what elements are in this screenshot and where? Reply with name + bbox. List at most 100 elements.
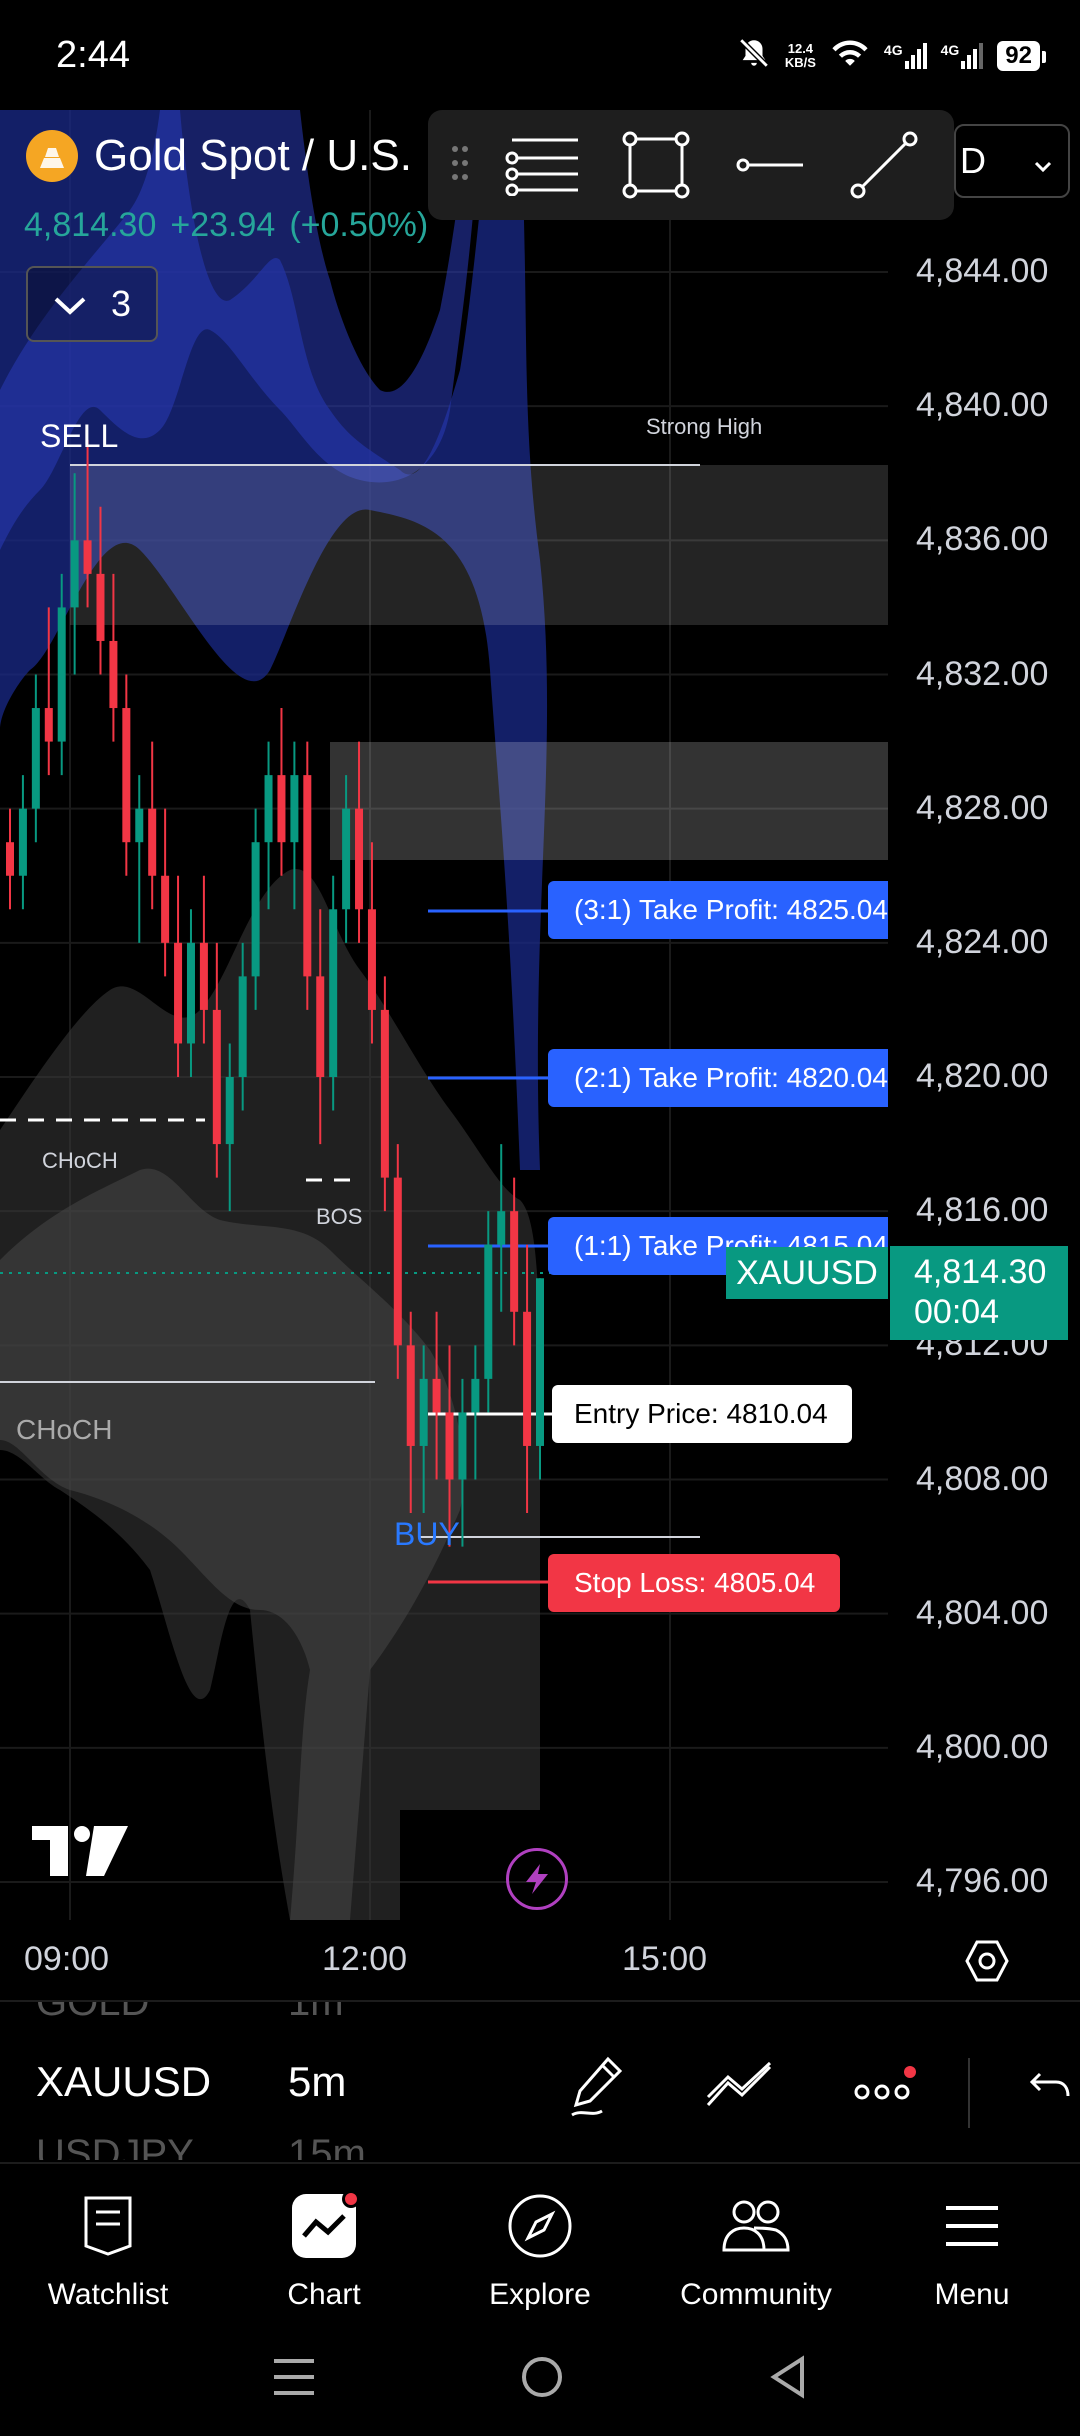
candle-body (199, 942, 208, 1010)
candle-body (161, 875, 170, 943)
pencil-icon[interactable] (558, 2046, 638, 2126)
gold-bars-icon (26, 130, 78, 182)
time-tick-2: 15:00 (622, 1940, 708, 1978)
chevron-down-icon (1034, 140, 1052, 182)
toolbar-divider (968, 2058, 970, 2128)
entry-price-label[interactable]: Entry Price: 4810.04 (552, 1385, 852, 1443)
candle-body (186, 942, 195, 1044)
candle-body (122, 708, 131, 843)
candle-body (109, 640, 118, 709)
tp3-label[interactable]: (3:1) Take Profit: 4825.04 (548, 881, 888, 939)
candle-body (212, 1009, 221, 1145)
picker-interval[interactable]: 5m (288, 2058, 346, 2106)
time-tick-0: 09:00 (24, 1940, 110, 1978)
candle-body (70, 540, 79, 608)
trend-line-tool-icon[interactable] (842, 123, 926, 207)
price-tick: 4,804.00 (916, 1593, 1049, 1632)
net-speed: 12.4 KB/S (784, 40, 816, 70)
horizontal-lines-tool-icon[interactable] (500, 123, 584, 207)
last-price-value: 4,814.30 (914, 1253, 1047, 1291)
bell-muted-icon (737, 36, 771, 75)
strong-high-label: Strong High (646, 414, 763, 439)
candle-body (174, 942, 183, 1044)
candle-body (225, 1077, 234, 1145)
price-tick: 4,796.00 (916, 1862, 1049, 1900)
candle-body (18, 808, 27, 876)
candle-body (6, 842, 14, 876)
home-icon[interactable] (520, 2355, 564, 2404)
lightning-icon[interactable] (506, 1848, 568, 1910)
price-tick: 4,816.00 (916, 1191, 1049, 1230)
symbol-name[interactable]: Gold Spot / U.S. (94, 131, 412, 181)
supply-zone-lower (330, 742, 888, 860)
chart-settings-icon[interactable] (964, 1938, 1010, 1989)
recent-apps-icon[interactable] (272, 2357, 316, 2402)
candle-body (536, 1278, 544, 1446)
candle-body (135, 808, 144, 843)
symbol-header[interactable]: Gold Spot / U.S. (26, 130, 412, 182)
candle-body (329, 909, 338, 1077)
candle-body (419, 1378, 428, 1446)
tradingview-logo-icon[interactable] (32, 1826, 128, 1881)
candle-body (238, 976, 247, 1077)
rectangle-tool-icon[interactable] (614, 123, 698, 207)
picker-symbol[interactable]: XAUUSD (36, 2058, 211, 2106)
signal-1: 4G (884, 42, 927, 69)
indicators-icon[interactable] (700, 2046, 780, 2126)
watchlist-icon (72, 2190, 144, 2262)
chart-type-dropdown[interactable]: D (954, 124, 1070, 198)
choch-top-label: CHoCH (42, 1148, 118, 1173)
candle-body (83, 540, 92, 574)
candle-body (510, 1211, 519, 1312)
chart-notification-dot (342, 2190, 360, 2208)
undo-icon[interactable] (1010, 2046, 1080, 2126)
symbol-interval-picker[interactable]: GOLD 1m XAUUSD 5m USDJPY 15m (0, 2000, 1080, 2160)
candle-body (367, 909, 376, 1010)
candle-body (497, 1211, 506, 1245)
candle-body (458, 1412, 467, 1480)
candle-body (471, 1378, 480, 1413)
more-options-icon[interactable] (844, 2046, 924, 2126)
price-tick: 4,836.00 (916, 520, 1049, 559)
candle-body (44, 708, 53, 742)
candle-body (31, 708, 40, 809)
picker-prev-symbol[interactable]: GOLD (36, 2002, 149, 2025)
candle-body (57, 607, 66, 742)
picker-next-interval[interactable]: 15m (288, 2132, 366, 2160)
candle-body (355, 808, 364, 910)
candle-body (303, 775, 312, 977)
status-time: 2:44 (56, 34, 130, 76)
horizontal-ray-tool-icon[interactable] (728, 123, 812, 207)
nav-watchlist[interactable]: Watchlist (0, 2164, 216, 2322)
status-icons: 12.4 KB/S 4G 4G 92 (737, 36, 1046, 75)
picker-next-symbol[interactable]: USDJPY (36, 2132, 194, 2160)
wifi-icon (830, 37, 870, 74)
price-tick: 4,800.00 (916, 1727, 1049, 1766)
chart-canvas[interactable] (0, 110, 1080, 1920)
back-icon[interactable] (768, 2354, 808, 2404)
price-summary: 4,814.30 +23.94 (+0.50%) (24, 206, 442, 245)
nav-chart[interactable]: Chart (216, 2164, 432, 2322)
candle-body (148, 808, 157, 876)
candle-body (316, 976, 325, 1077)
candle-body (393, 1177, 402, 1346)
stop-loss-label[interactable]: Stop Loss: 4805.04 (548, 1554, 840, 1612)
tp2-label[interactable]: (2:1) Take Profit: 4820.04 (548, 1049, 888, 1107)
price-chart[interactable] (0, 110, 1080, 1920)
indicators-collapse-button[interactable]: 3 (26, 266, 158, 342)
price-tick: 4,828.00 (916, 788, 1049, 827)
chevron-down-icon (53, 283, 87, 325)
indicators-count: 3 (110, 283, 132, 324)
candle-body (484, 1244, 493, 1379)
bar-countdown: 00:04 (914, 1293, 1000, 1331)
nav-menu[interactable]: Menu (864, 2164, 1080, 2322)
drag-handle-icon[interactable] (450, 143, 470, 188)
time-tick-1: 12:00 (322, 1940, 408, 1978)
nav-community[interactable]: Community (648, 2164, 864, 2322)
status-bar: 2:44 12.4 KB/S 4G 4G 92 (0, 0, 1080, 110)
nav-explore[interactable]: Explore (432, 2164, 648, 2322)
community-icon (720, 2190, 792, 2262)
picker-prev-interval[interactable]: 1m (288, 2002, 344, 2025)
chart-icon (288, 2190, 360, 2262)
signal-2: 4G (941, 42, 984, 69)
